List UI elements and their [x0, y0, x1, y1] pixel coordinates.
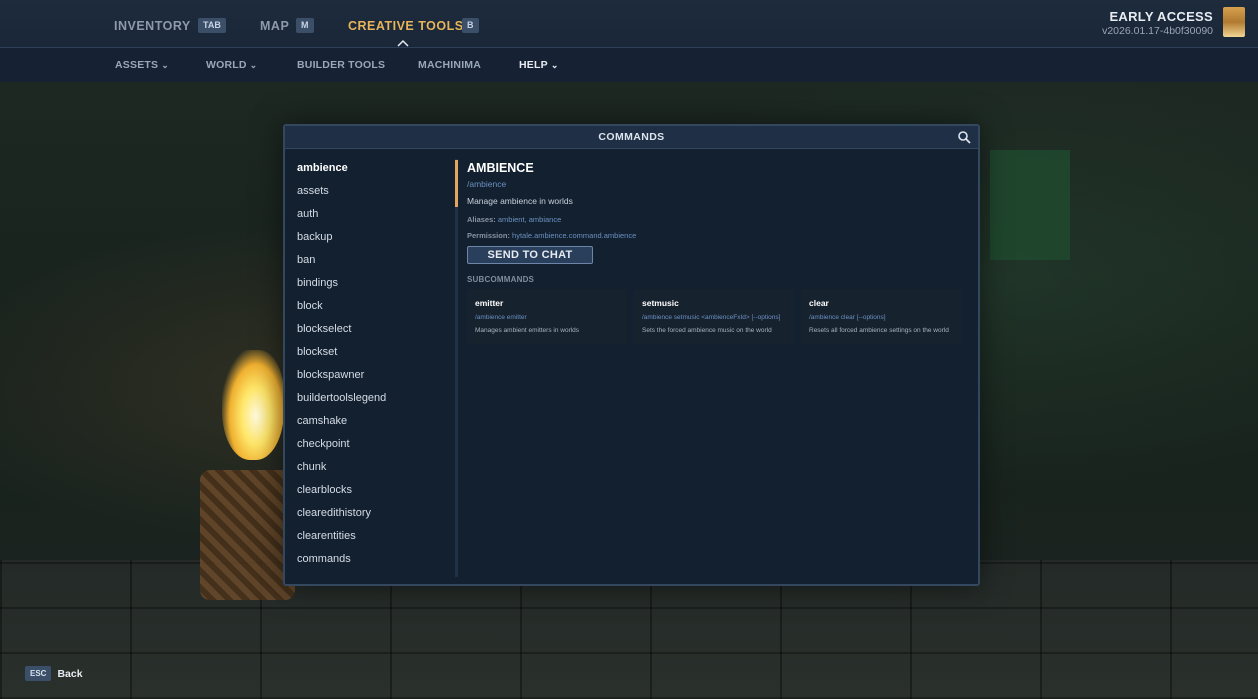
command-list-item[interactable]: clearentities: [297, 530, 447, 553]
detail-description: Manage ambience in worlds: [467, 196, 573, 206]
aliases-label: Aliases:: [467, 215, 496, 224]
subnav-help-label: HELP: [519, 59, 548, 71]
detail-command: /ambience: [467, 179, 507, 189]
detail-title: AMBIENCE: [467, 161, 534, 175]
subcommand-usage: /ambience emitter: [475, 314, 527, 321]
chevron-down-icon: ⌄: [249, 60, 258, 70]
command-list-item[interactable]: auth: [297, 208, 447, 231]
tab-inventory-key: TAB: [198, 18, 226, 33]
sub-nav: ASSETS ⌄ WORLD ⌄ BUILDER TOOLS MACHINIMA H…: [0, 48, 1258, 82]
subnav-help[interactable]: HELP ⌄: [519, 59, 559, 71]
modal-header: COMMANDS: [285, 126, 978, 149]
command-list-item[interactable]: commands: [297, 553, 447, 576]
subnav-world-label: WORLD: [206, 59, 247, 71]
detail-permission: Permission: hytale.ambience.command.ambi…: [467, 231, 636, 240]
subcommand-name: setmusic: [642, 298, 679, 308]
subnav-assets[interactable]: ASSETS ⌄: [115, 59, 169, 71]
subcommand-card-clear[interactable]: clear /ambience clear [--options] Resets…: [801, 289, 961, 344]
command-list-item[interactable]: bindings: [297, 277, 447, 300]
list-divider: [455, 159, 458, 577]
subcommand-name: emitter: [475, 298, 504, 308]
search-icon[interactable]: [957, 130, 971, 144]
commands-modal: COMMANDS ambience assets auth backup ban bind…: [283, 124, 980, 586]
subnav-world[interactable]: WORLD ⌄: [206, 59, 257, 71]
command-list-item[interactable]: checkpoint: [297, 438, 447, 461]
command-list-item[interactable]: assets: [297, 185, 447, 208]
subcommand-card-setmusic[interactable]: setmusic /ambience setmusic <ambienceFxI…: [634, 289, 794, 344]
command-list-item[interactable]: clearblocks: [297, 484, 447, 507]
permission-value: hytale.ambience.command.ambience: [512, 231, 637, 240]
subcommand-description: Manages ambient emitters in worlds: [475, 327, 580, 334]
command-list: ambience assets auth backup ban bindings block…: [297, 162, 447, 576]
subnav-builder-tools[interactable]: BUILDER TOOLS: [297, 59, 385, 71]
command-list-item[interactable]: backup: [297, 231, 447, 254]
detail-accent-bar: [455, 160, 458, 207]
tab-inventory[interactable]: INVENTORY: [114, 19, 191, 33]
back-hint[interactable]: ESC Back: [25, 665, 83, 683]
early-access-info: EARLY ACCESS v2026.01.17-4b0f30090: [1102, 9, 1213, 37]
command-list-item[interactable]: ban: [297, 254, 447, 277]
chevron-down-icon: ⌄: [161, 60, 169, 70]
subcommand-usage: /ambience setmusic <ambienceFxId> [--opt…: [642, 314, 781, 321]
detail-aliases: Aliases: ambient, ambiance: [467, 215, 561, 224]
command-list-item[interactable]: buildertoolslegend: [297, 392, 447, 415]
tab-creative-tools-key: B: [462, 18, 479, 33]
command-list-item[interactable]: clearedithistory: [297, 507, 447, 530]
permission-label: Permission:: [467, 231, 510, 240]
subcommand-name: clear: [809, 298, 829, 308]
subnav-machinima[interactable]: MACHINIMA: [418, 59, 481, 71]
modal-title: COMMANDS: [598, 131, 665, 143]
player-avatar[interactable]: [1223, 7, 1245, 37]
subcommand-card-emitter[interactable]: emitter /ambience emitter Manages ambien…: [467, 289, 627, 344]
command-list-item[interactable]: camshake: [297, 415, 447, 438]
command-list-item[interactable]: chunk: [297, 461, 447, 484]
command-list-item[interactable]: block: [297, 300, 447, 323]
back-label: Back: [57, 667, 83, 680]
top-nav: INVENTORY TAB MAP M CREATIVE TOOLS B EAR…: [0, 0, 1258, 48]
early-access-label: EARLY ACCESS: [1109, 9, 1213, 24]
subcommand-usage: /ambience clear [--options]: [809, 314, 886, 321]
command-list-item[interactable]: blockspawner: [297, 369, 447, 392]
tab-map-key: M: [296, 18, 314, 33]
version-label: v2026.01.17-4b0f30090: [1102, 25, 1213, 37]
flame: [222, 350, 284, 460]
chevron-down-icon: ⌄: [550, 60, 559, 70]
subcommand-description: Sets the forced ambience music on the wo…: [642, 327, 772, 334]
subcommands-heading: SUBCOMMANDS: [467, 275, 535, 284]
command-list-item[interactable]: blockselect: [297, 323, 447, 346]
aliases-value: ambient, ambiance: [497, 215, 562, 224]
subcommand-description: Resets all forced ambience settings on t…: [809, 327, 949, 334]
torch-post: [200, 470, 295, 600]
esc-key: ESC: [25, 666, 52, 682]
command-list-item[interactable]: ambience: [297, 162, 447, 185]
send-to-chat-button[interactable]: SEND TO CHAT: [467, 246, 593, 264]
command-list-item[interactable]: blockset: [297, 346, 447, 369]
active-tab-caret-icon: [397, 39, 409, 47]
tab-map[interactable]: MAP: [260, 19, 289, 33]
foliage-block: [990, 150, 1070, 260]
tab-creative-tools[interactable]: CREATIVE TOOLS: [348, 19, 464, 33]
subnav-assets-label: ASSETS: [115, 59, 159, 71]
